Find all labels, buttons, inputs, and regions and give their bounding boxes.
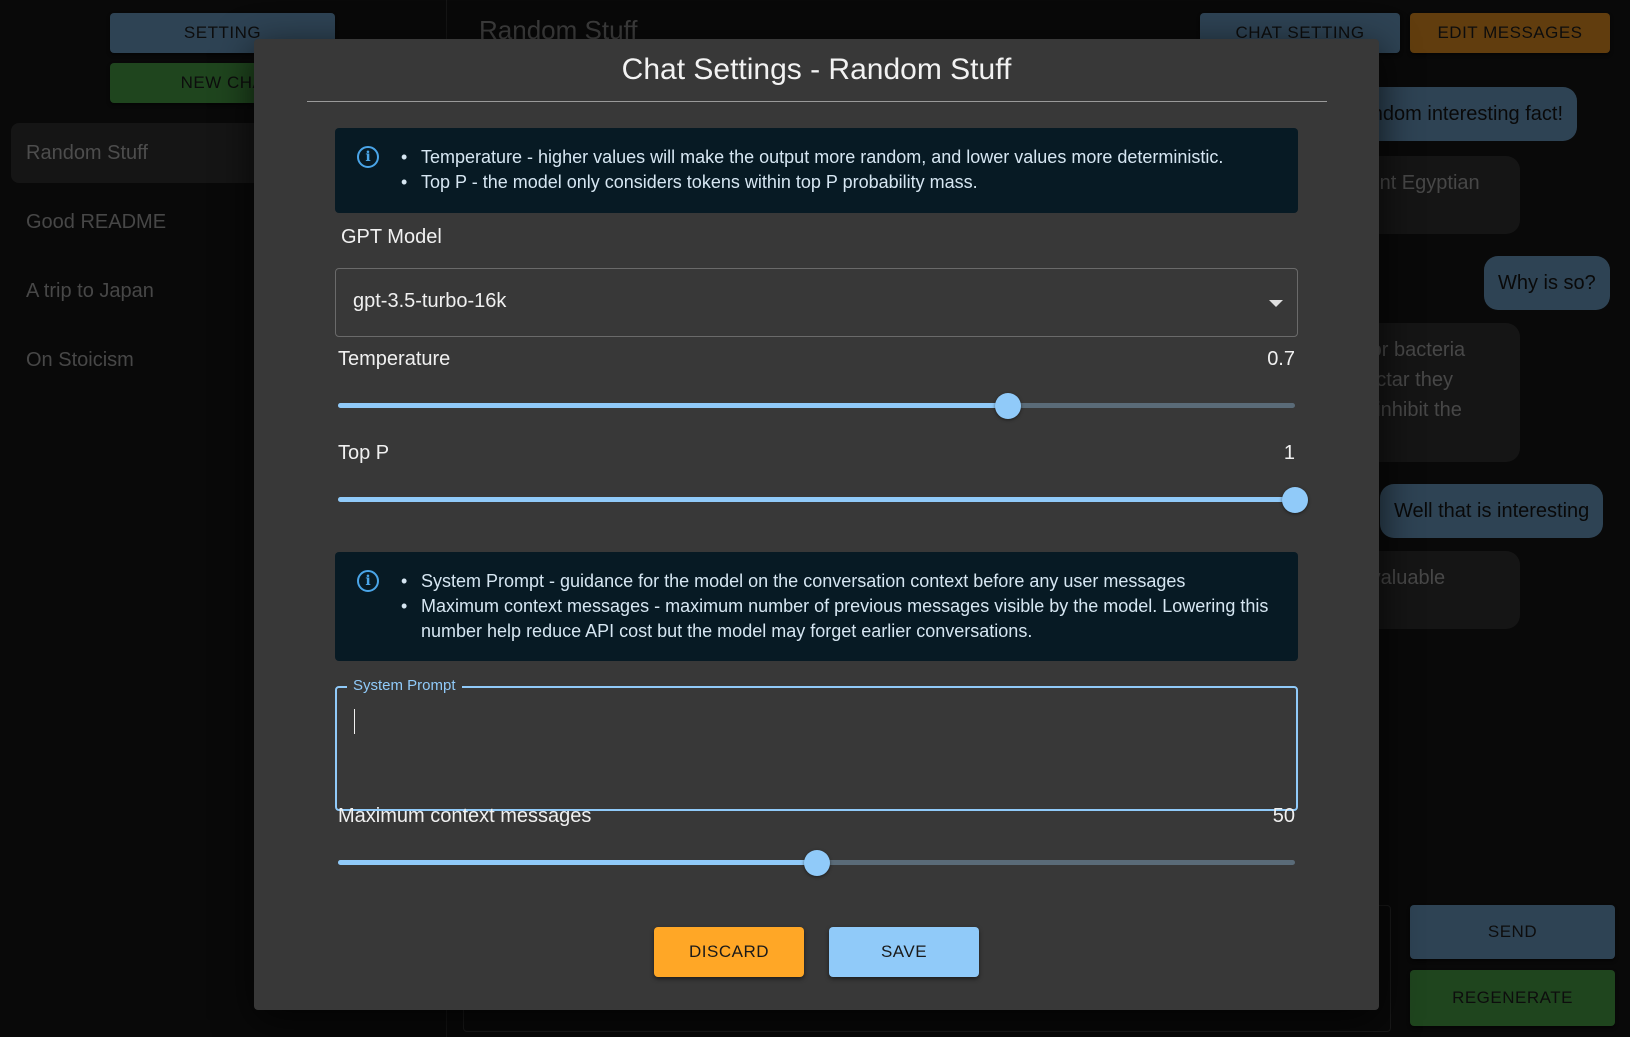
slider-track — [338, 860, 817, 865]
system-prompt-input[interactable] — [351, 708, 1281, 798]
divider — [307, 101, 1327, 102]
slider-thumb[interactable] — [1282, 487, 1308, 513]
info-icon: i — [357, 570, 379, 592]
chat-settings-dialog: Chat Settings - Random Stuff i Temperatu… — [254, 39, 1379, 1010]
system-prompt-field[interactable]: System Prompt — [335, 677, 1298, 811]
info-line-temperature: Temperature - higher values will make th… — [401, 145, 1278, 170]
model-select-value: gpt-3.5-turbo-16k — [353, 290, 507, 312]
text-caret — [354, 709, 355, 734]
slider-thumb[interactable] — [803, 850, 830, 876]
slider-track — [338, 403, 1008, 408]
dialog-title: Chat Settings - Random Stuff — [621, 53, 1012, 86]
top-p-value: 1 — [1283, 442, 1295, 464]
max-context-value: 50 — [1272, 805, 1295, 827]
model-select[interactable]: gpt-3.5-turbo-16k — [335, 268, 1298, 337]
system-prompt-label: System Prompt — [347, 677, 462, 694]
max-context-label: Maximum context messages — [338, 805, 592, 827]
slider-track — [338, 497, 1295, 502]
info-icon: i — [357, 146, 379, 168]
info-alert-context: i System Prompt - guidance for the model… — [335, 552, 1298, 661]
discard-button[interactable]: DISCARD — [654, 927, 804, 977]
dropdown-arrow-icon — [1269, 300, 1283, 307]
temperature-value: 0.7 — [1267, 348, 1295, 370]
info-line-top-p: Top P - the model only considers tokens … — [401, 170, 1278, 195]
slider-thumb[interactable] — [994, 393, 1021, 419]
info-alert-sampling: i Temperature - higher values will make … — [335, 128, 1298, 213]
info-line-max-context: Maximum context messages - maximum numbe… — [401, 594, 1278, 644]
top-p-slider[interactable] — [338, 487, 1308, 513]
temperature-slider[interactable] — [338, 393, 1295, 419]
model-label: GPT Model — [341, 226, 442, 248]
top-p-label: Top P — [338, 442, 390, 464]
info-line-system-prompt: System Prompt - guidance for the model o… — [401, 569, 1278, 594]
max-context-slider[interactable] — [338, 850, 1295, 876]
save-button[interactable]: SAVE — [829, 927, 979, 977]
temperature-label: Temperature — [338, 348, 451, 370]
